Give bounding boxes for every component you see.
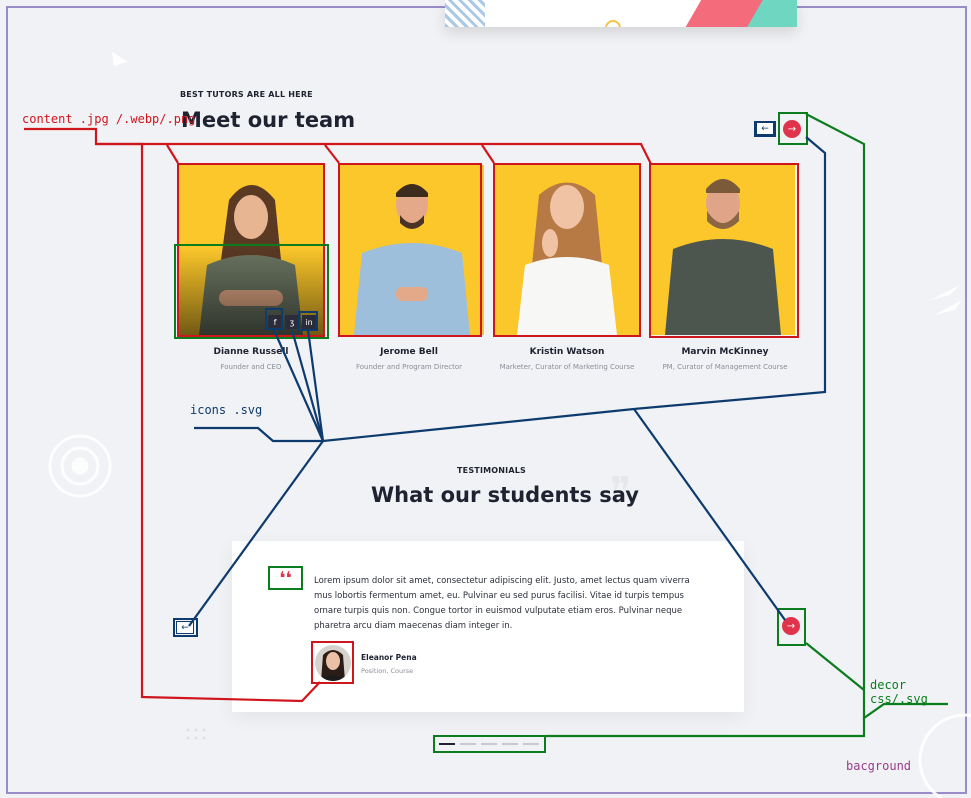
annotation-decor: decor css/.svg (870, 678, 928, 706)
annotation-content: content .jpg /.webp/.png (22, 112, 196, 126)
annotation-icons: icons .svg (190, 403, 263, 417)
annotation-background: bacground (846, 759, 912, 773)
